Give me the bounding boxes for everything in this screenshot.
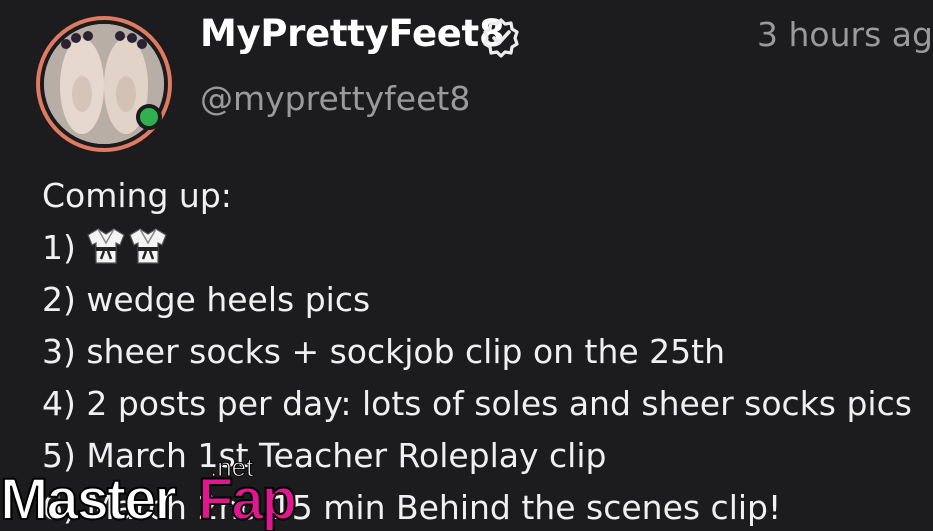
online-status-dot (136, 104, 162, 130)
martial-arts-uniform-icon (87, 228, 126, 264)
martial-arts-uniform-icon (129, 228, 168, 264)
post-line: 4) 2 posts per day: lots of soles and sh… (42, 384, 912, 423)
user-handle[interactable]: @myprettyfeet8 (200, 79, 470, 118)
watermark-logo: Master Fap .net (0, 452, 320, 531)
post-timestamp: 3 hours ago (757, 15, 933, 54)
post-line-text: 1) (42, 228, 87, 267)
verified-badge-icon (483, 18, 519, 58)
post-line: 1) (42, 222, 912, 274)
post-line: Coming up: (42, 176, 232, 215)
post-line: 3) sheer socks + sockjob clip on the 25t… (42, 332, 726, 371)
watermark-text-net: .net (209, 452, 254, 483)
post-line: 2) wedge heels pics (42, 280, 371, 319)
display-name[interactable]: MyPrettyFeet8 (200, 12, 505, 55)
watermark-text-master: Master (0, 466, 178, 531)
avatar[interactable] (36, 16, 172, 152)
